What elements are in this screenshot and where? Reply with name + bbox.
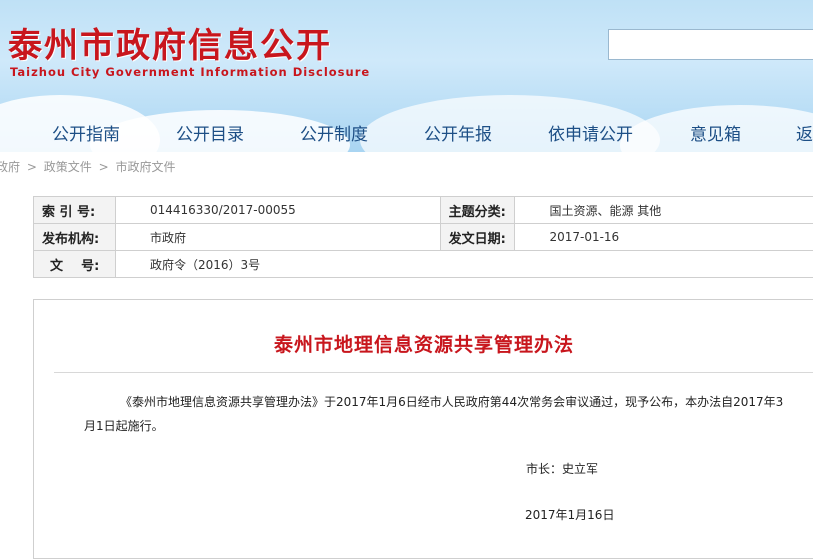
docno-value: 政府令（2016）3号 [115,251,813,278]
publisher-label: 发布机构: [34,224,116,251]
breadcrumb-separator: > [99,160,109,174]
nav-item-system[interactable]: 公开制度 [300,120,368,145]
publisher-value: 市政府 [115,224,440,251]
document-title: 泰州市地理信息资源共享管理办法 [34,330,813,357]
breadcrumb: 政府 > 政策文件 > 市政府文件 [0,158,178,175]
table-row: 发布机构: 市政府 发文日期: 2017-01-16 [34,224,813,251]
nav-item-back[interactable]: 返 [796,120,813,145]
topic-value: 国土资源、能源 其他 [515,197,813,224]
breadcrumb-item[interactable]: 政策文件 [44,160,92,174]
document-meta-table: 索 引 号: 014416330/2017-00055 主题分类: 国土资源、能… [33,196,813,278]
document-signature: 市长：史立军 [526,460,598,477]
main-nav: 公开指南 公开目录 公开制度 公开年报 依申请公开 意见箱 返 [0,120,813,146]
document-date: 2017年1月16日 [525,506,614,523]
breadcrumb-item[interactable]: 市政府文件 [115,160,175,174]
search-input[interactable] [608,29,813,60]
topic-label: 主题分类: [440,197,515,224]
nav-item-feedback[interactable]: 意见箱 [690,120,741,145]
nav-item-apply[interactable]: 依申请公开 [548,120,633,145]
document-body: 《泰州市地理信息资源共享管理办法》于2017年1月6日经市人民政府第44次常务会… [84,390,784,438]
site-subtitle: Taizhou City Government Information Disc… [10,65,370,79]
table-row: 文 号: 政府令（2016）3号 [34,251,813,278]
breadcrumb-item[interactable]: 政府 [0,160,20,174]
site-title: 泰州市政府信息公开 [8,18,332,67]
nav-item-guide[interactable]: 公开指南 [52,120,120,145]
date-value: 2017-01-16 [515,224,813,251]
nav-item-catalog[interactable]: 公开目录 [176,120,244,145]
docno-label: 文 号: [34,251,116,278]
breadcrumb-separator: > [27,160,37,174]
index-label: 索 引 号: [34,197,116,224]
date-label: 发文日期: [440,224,515,251]
index-value: 014416330/2017-00055 [115,197,440,224]
header-banner: 泰州市政府信息公开 Taizhou City Government Inform… [0,0,813,152]
table-row: 索 引 号: 014416330/2017-00055 主题分类: 国土资源、能… [34,197,813,224]
title-divider [54,372,813,373]
document-content: 泰州市地理信息资源共享管理办法 《泰州市地理信息资源共享管理办法》于2017年1… [33,299,813,559]
nav-item-annual-report[interactable]: 公开年报 [424,120,492,145]
